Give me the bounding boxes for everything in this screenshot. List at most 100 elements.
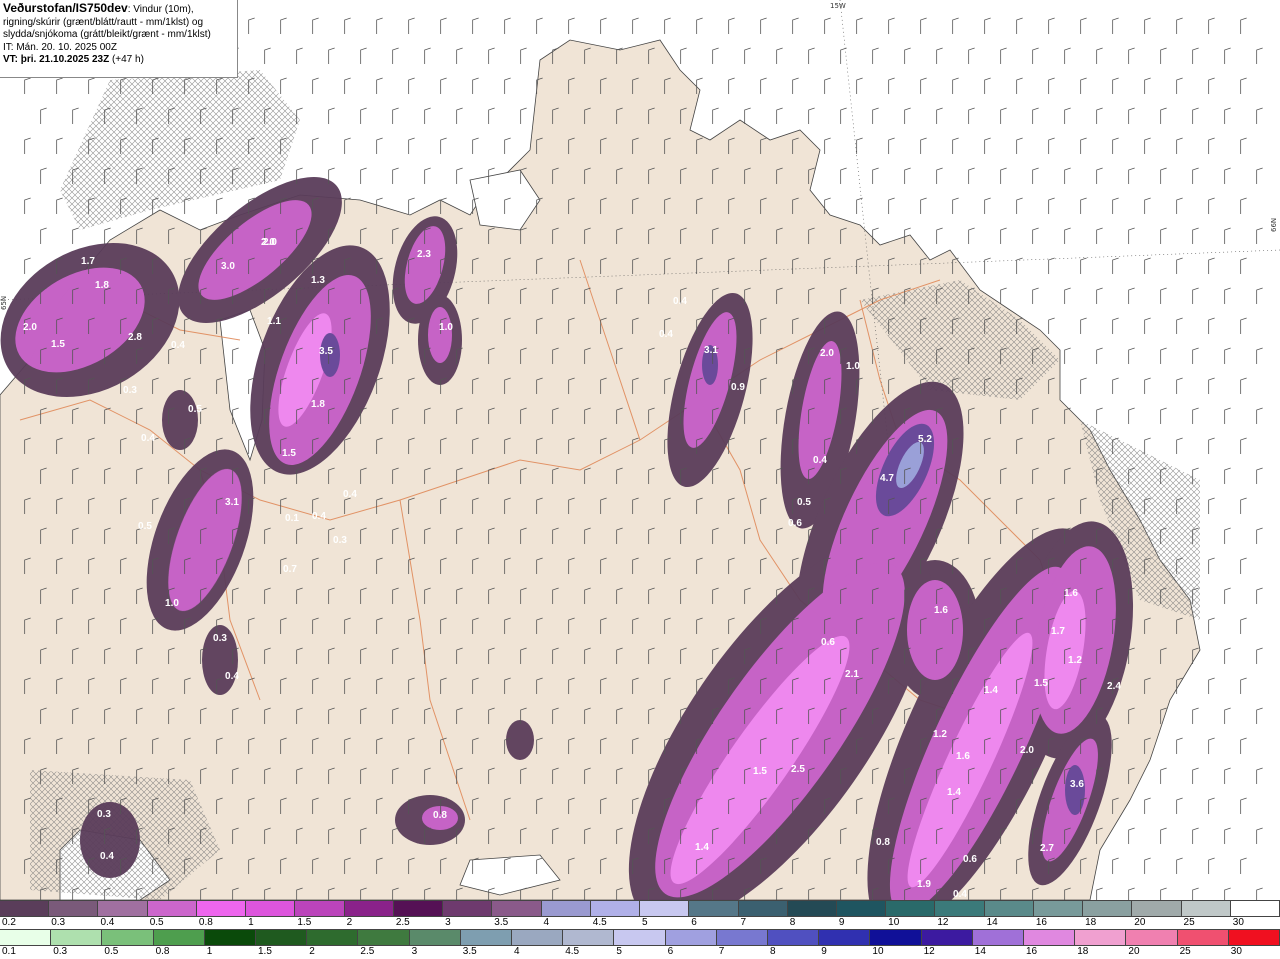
legend-tick-label: 12 (923, 946, 935, 957)
legend-tick-label: 0.5 (149, 917, 164, 928)
header-brand: Veðurstofan/IS750dev (3, 1, 128, 15)
legend-tick-label: 4.5 (592, 917, 607, 928)
legend-swatch (716, 930, 769, 945)
legend-swatch (1230, 901, 1280, 916)
legend-swatch (689, 901, 739, 916)
precip-value: 0.3 (123, 385, 137, 396)
precip-value: 1.8 (95, 280, 109, 291)
legend-tick-label: 9 (838, 917, 845, 928)
legend-rain-labels: 0.1 0.3 0.5 0.8 1 1.5 2 2.5 3 3.5 4 4.5 5 6 7 8 9 10 12 14 1… (0, 946, 1280, 959)
legend-swatch (256, 930, 308, 945)
legend-snow: 0.2 0.3 0.4 0.5 0.8 1 1.5 2 2.5 3 3.5 4 4.5 5 6 7 8 9 10 12… (0, 900, 1280, 929)
precip-value: 2.7 (1040, 843, 1054, 854)
precip-value: 2.0 (1020, 745, 1034, 756)
legend-tick-label: 7 (718, 946, 725, 957)
legend-swatch (0, 901, 50, 916)
legend-tick-label: 2 (309, 946, 315, 957)
legend-swatch (1132, 901, 1182, 916)
legend-swatch (153, 930, 205, 945)
legend-rain: 0.1 0.3 0.5 0.8 1 1.5 2 2.5 3 3.5 4 4.5 5 6 7 8 9 10 12 14 1… (0, 929, 1280, 958)
precip-value: 1.0 (846, 361, 860, 372)
legend-tick-label: 1.5 (258, 946, 272, 957)
precip-value: 0.6 (821, 637, 835, 648)
legend-swatch (51, 930, 103, 945)
legend-tick-label: 6 (667, 946, 674, 957)
legend-swatch (147, 901, 197, 916)
legend-swatch (935, 901, 985, 916)
legend-swatch (563, 930, 615, 945)
precip-value: 2.1 (845, 669, 859, 680)
precip-value: 0.4 (100, 851, 114, 862)
legend-swatch (640, 901, 690, 916)
legend-swatch (836, 901, 887, 916)
precip-value: 0.6 (963, 854, 977, 865)
legend-tick-label: 0.3 (51, 917, 66, 928)
legend-swatch (1181, 901, 1231, 916)
legend-swatch (246, 901, 296, 916)
precip-value: 3.1 (225, 497, 239, 508)
legend-swatch (886, 901, 936, 916)
header-lead-time: (+47 h) (111, 54, 144, 65)
precip-value: 1.6 (1064, 588, 1078, 599)
precip-value: 0.7 (283, 564, 297, 575)
legend-tick-label: 0.8 (155, 946, 170, 957)
precip-value: 0.4 (953, 889, 967, 900)
legend-tick-label: 14 (974, 946, 986, 957)
legend-swatch (541, 901, 591, 916)
precip-value: 2.8 (128, 332, 142, 343)
legend-swatch (1024, 930, 1076, 945)
legend-swatch (460, 930, 513, 945)
legend-tick-label: 0.5 (104, 946, 119, 957)
legend-swatch (358, 930, 410, 945)
precip-value: 1.4 (947, 787, 961, 798)
legend-tick-label: 0.8 (198, 917, 213, 928)
legend-tick-label: 3 (445, 917, 451, 928)
legend-swatch (1177, 930, 1229, 945)
precip-value: 1.4 (695, 842, 709, 853)
precip-value: 1.5 (282, 448, 296, 459)
legend-swatch (344, 901, 394, 916)
legend-tick-label: 30 (1230, 946, 1242, 957)
precip-value: 0.8 (876, 837, 890, 848)
legend-tick-label: 1 (206, 946, 213, 957)
precip-value: 3.1 (704, 345, 718, 356)
header-valid-time: VT: þri. 21.10.2025 23Z (3, 54, 110, 65)
legend-tick-label: 4 (543, 917, 550, 928)
legend-tick-label: 1 (248, 917, 254, 928)
precip-value: 0.4 (659, 329, 673, 340)
legend-swatch (787, 901, 837, 916)
precip-value: 1.5 (1034, 678, 1048, 689)
precip-value: 1.9 (917, 879, 931, 890)
legend-swatch (819, 930, 871, 945)
legend-swatch (768, 930, 820, 945)
legend-tick-label: 6 (691, 917, 697, 928)
legend-tick-label: 2.5 (360, 946, 375, 957)
legend-tick-label: 5 (616, 946, 622, 957)
legend-tick-label: 4.5 (565, 946, 580, 957)
legend-swatch (870, 930, 922, 945)
precip-value: 1.7 (81, 256, 95, 267)
legend-tick-label: 3.5 (462, 946, 477, 957)
legend-swatch (307, 930, 359, 945)
legend-tick-label: 2 (346, 917, 353, 928)
legend-swatch (102, 930, 154, 945)
legend-tick-label: 2.5 (395, 917, 410, 928)
legend-tick-label: 18 (1077, 946, 1089, 957)
legend-swatch (1228, 930, 1280, 945)
precip-value: 0.4 (225, 671, 239, 682)
map-header: Veðurstofan/IS750dev: Vindur (10m), rign… (0, 0, 238, 78)
legend-swatch (1075, 930, 1127, 945)
legend-swatch (738, 901, 788, 916)
precip-value: 2.0 (23, 322, 37, 333)
precip-value: 0.4 (171, 340, 185, 351)
graticule-lat-label-left: 65N (0, 296, 8, 310)
legend-swatch (590, 901, 641, 916)
precip-value: 0.5 (138, 521, 152, 532)
legend-swatch (614, 930, 666, 945)
precip-value: 1.6 (934, 605, 948, 616)
header-description-3: slydda/snjókoma (grátt/bleikt/grænt - mm… (3, 29, 211, 40)
precip-value: 1.8 (311, 399, 325, 410)
legend-swatch (1083, 901, 1133, 916)
precip-value: 2.0 (261, 237, 275, 248)
precip-value: 0.6 (788, 518, 802, 529)
